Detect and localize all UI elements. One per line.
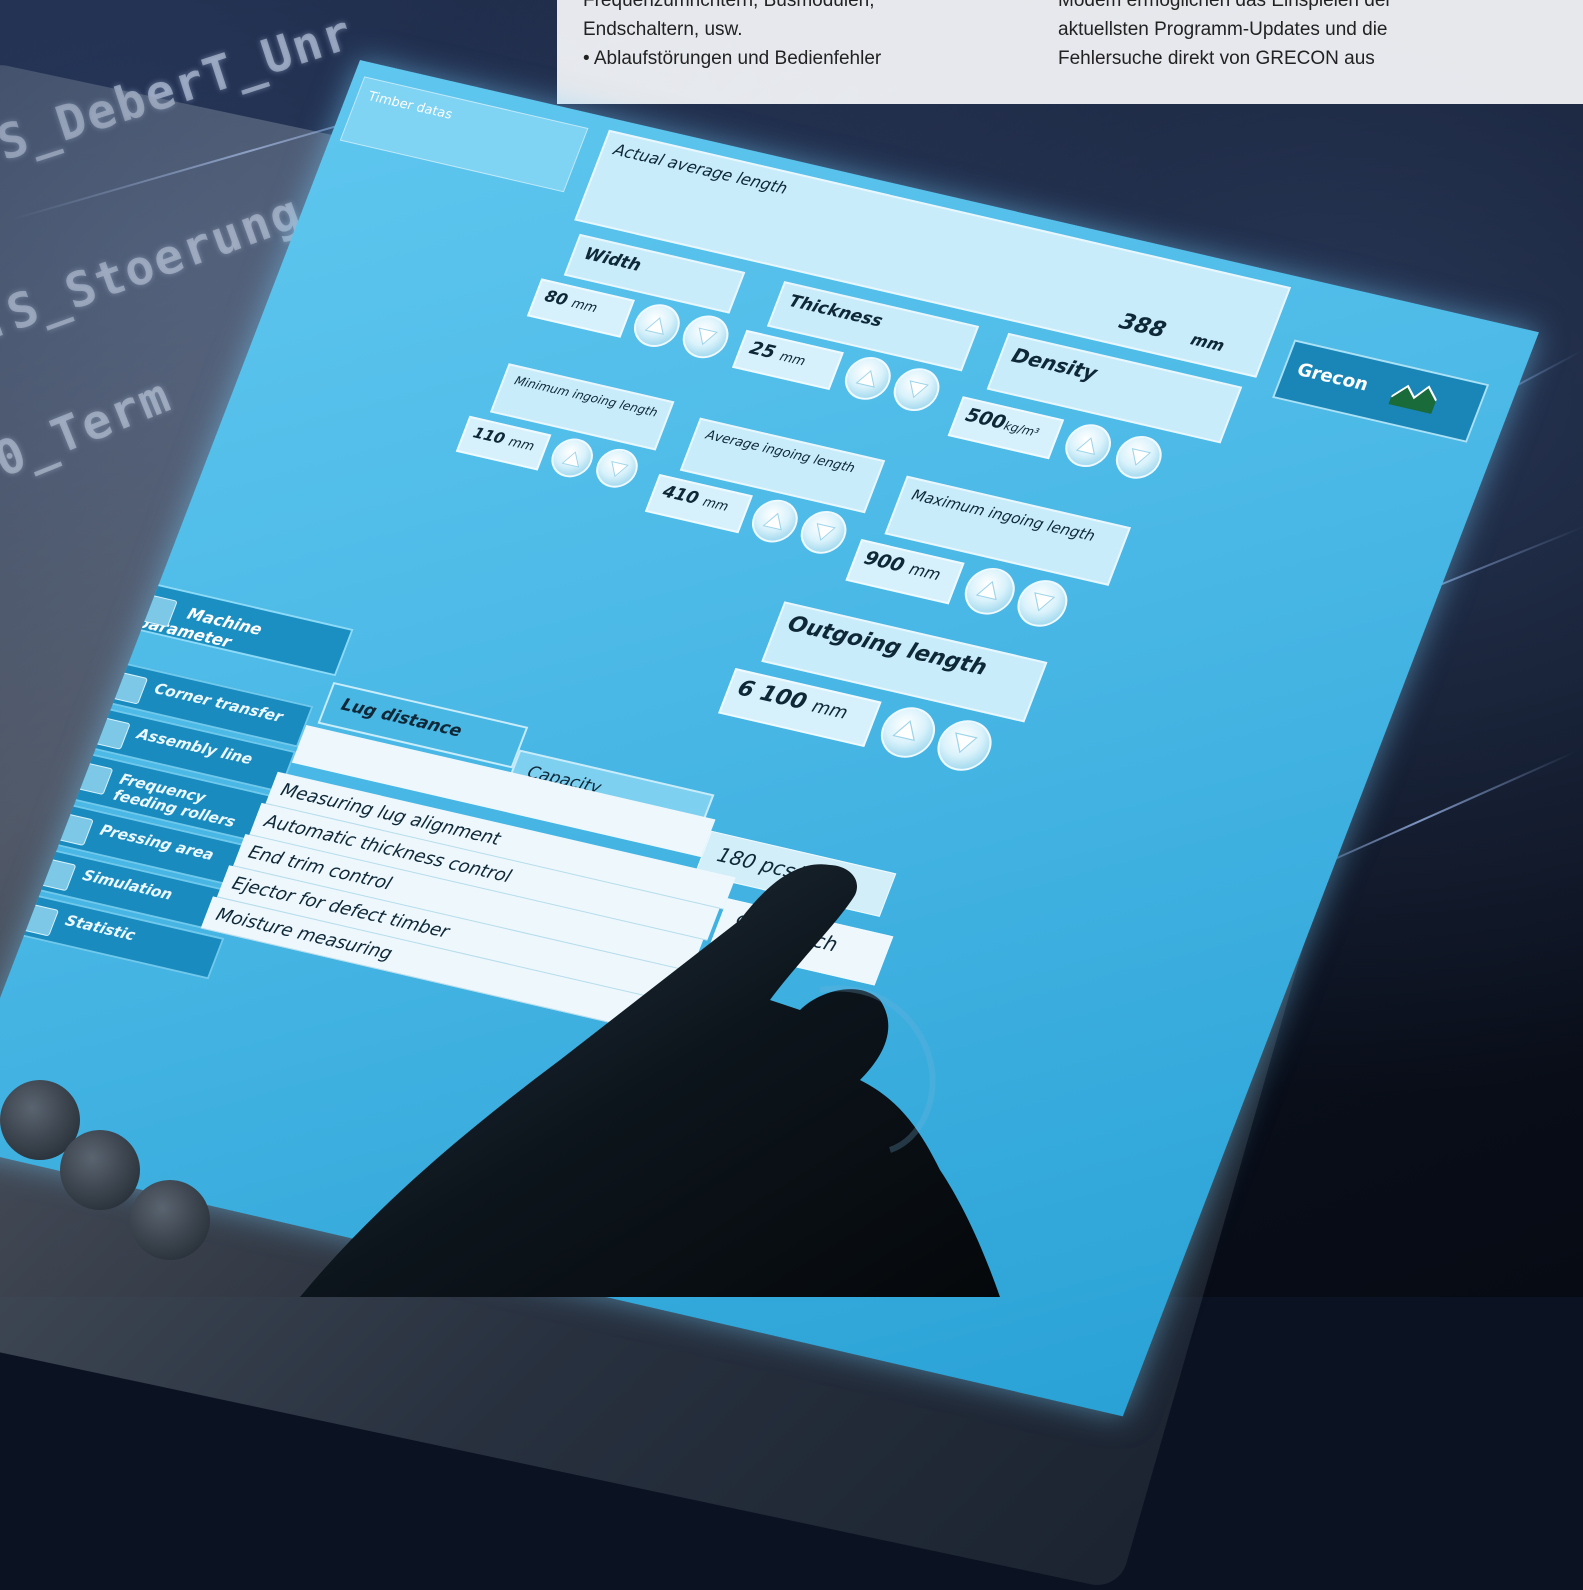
text-line: aktuellsten Programm-Updates und die bbox=[1058, 19, 1388, 40]
outgoing-length-unit: mm bbox=[808, 695, 851, 724]
arrow-up-icon bbox=[1075, 437, 1096, 455]
check-icon[interactable]: ✔ bbox=[780, 1034, 815, 1070]
arrow-up-icon bbox=[855, 369, 875, 388]
arrow-down-icon bbox=[816, 523, 836, 541]
arrow-down-icon bbox=[1034, 592, 1056, 612]
check-icon[interactable]: ✔ bbox=[734, 1110, 769, 1146]
brochure-text-left: Frequenzumrichtern, Busmodulen, Endschal… bbox=[583, 0, 881, 73]
thickness-increase-button[interactable] bbox=[838, 352, 898, 405]
lug-distance-value: 9 bbox=[730, 910, 752, 936]
grecon-logo: Grecon bbox=[1271, 339, 1490, 443]
actual-average-length-unit: mm bbox=[1187, 329, 1228, 356]
arrow-down-icon bbox=[955, 732, 978, 754]
min-ingoing-unit: mm bbox=[506, 434, 537, 455]
max-ingoing-increase-button[interactable] bbox=[957, 563, 1022, 620]
density-unit: kg/m³ bbox=[1001, 418, 1042, 440]
check-icon[interactable]: ✔ bbox=[711, 1149, 746, 1185]
thickness-decrease-button[interactable] bbox=[887, 363, 946, 416]
arrow-up-icon bbox=[975, 580, 997, 601]
density-value-field[interactable]: 500kg/m³ bbox=[947, 396, 1065, 460]
arrow-down-icon bbox=[909, 380, 929, 399]
density-increase-button[interactable] bbox=[1058, 419, 1118, 472]
max-ingoing-unit: mm bbox=[906, 559, 944, 585]
max-ingoing-value: 900 bbox=[860, 546, 908, 577]
arrow-down-icon bbox=[611, 460, 629, 478]
bezel-round-button[interactable] bbox=[130, 1180, 210, 1260]
arrow-up-icon bbox=[561, 451, 580, 468]
brochure-text-right: Modem ermöglichen das Einspielen der akt… bbox=[1058, 0, 1392, 73]
density-decrease-button[interactable] bbox=[1109, 431, 1169, 484]
nav-item-label: Corner transfer bbox=[151, 679, 286, 726]
width-decrease-button[interactable] bbox=[676, 311, 735, 363]
thickness-unit: mm bbox=[777, 349, 808, 370]
check-icon[interactable]: ✔ bbox=[757, 1072, 792, 1108]
grecon-mark-icon bbox=[1388, 384, 1438, 415]
lug-distance-unit: inch bbox=[791, 924, 842, 957]
max-ingoing-decrease-button[interactable] bbox=[1010, 575, 1075, 632]
text-line: Frequenzumrichtern, Busmodulen, bbox=[583, 0, 875, 11]
arrow-down-icon bbox=[1131, 448, 1152, 466]
arrow-down-icon bbox=[698, 327, 718, 346]
avg-ingoing-value: 410 bbox=[659, 481, 702, 509]
avg-ingoing-increase-button[interactable] bbox=[745, 495, 805, 547]
arrow-up-icon bbox=[892, 720, 915, 742]
bezel-round-button[interactable] bbox=[60, 1130, 140, 1210]
avg-ingoing-decrease-button[interactable] bbox=[794, 506, 853, 559]
width-increase-button[interactable] bbox=[627, 299, 687, 352]
text-line: • Ablaufstörungen und Bedienfehler bbox=[583, 48, 882, 69]
min-ingoing-value-field[interactable]: 110 mm bbox=[455, 415, 552, 471]
brand-name: Grecon bbox=[1293, 359, 1372, 396]
text-line: Fehlersuche direkt von GRECON aus bbox=[1058, 48, 1375, 69]
max-ingoing-value-field[interactable]: 900 mm bbox=[845, 539, 965, 605]
thickness-value: 25 bbox=[746, 337, 779, 364]
arrow-up-icon bbox=[762, 512, 782, 531]
width-value: 80 bbox=[542, 286, 571, 310]
width-unit: mm bbox=[569, 296, 600, 317]
nav-item-label: Simulation bbox=[80, 866, 176, 904]
text-line: Modem ermöglichen das Einspielen der bbox=[1058, 0, 1392, 11]
outgoing-length-value: 6 100 bbox=[733, 675, 811, 716]
outgoing-length-decrease-button[interactable] bbox=[929, 715, 1000, 776]
nav-header-machine-parameter[interactable]: Machine parameter bbox=[121, 579, 354, 677]
min-ingoing-decrease-button[interactable] bbox=[590, 444, 644, 492]
text-line: Endschaltern, usw. bbox=[583, 19, 743, 40]
actual-average-length-value: 388 mm bbox=[1116, 309, 1229, 357]
min-ingoing-value: 110 bbox=[470, 423, 508, 448]
min-ingoing-increase-button[interactable] bbox=[545, 434, 599, 482]
avg-ingoing-unit: mm bbox=[700, 494, 731, 515]
nav-item-label: Statistic bbox=[62, 911, 138, 945]
outgoing-length-increase-button[interactable] bbox=[873, 702, 943, 763]
actual-average-length-number: 388 bbox=[1115, 309, 1170, 344]
arrow-up-icon bbox=[644, 317, 664, 335]
